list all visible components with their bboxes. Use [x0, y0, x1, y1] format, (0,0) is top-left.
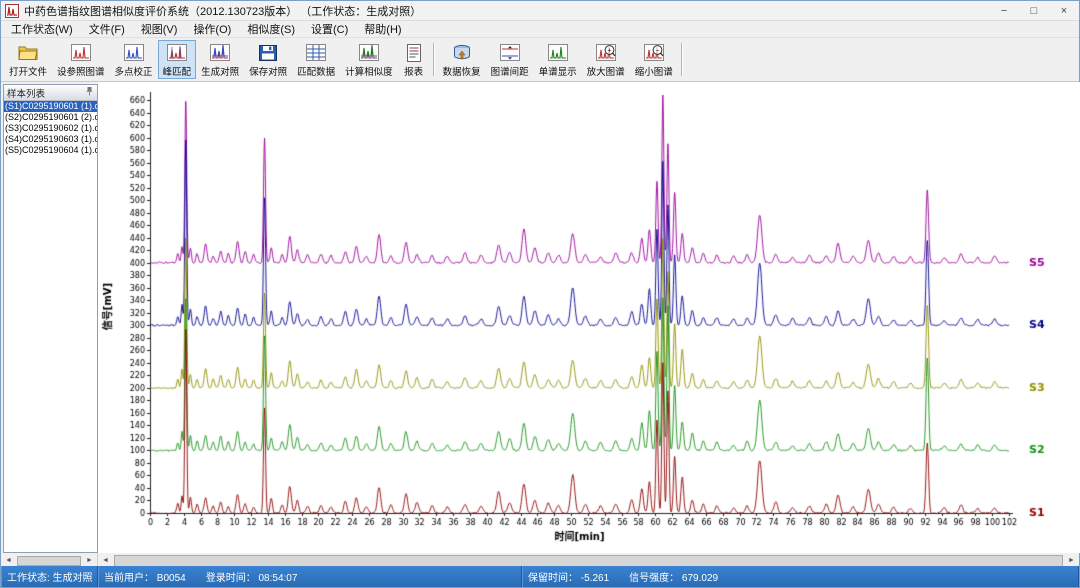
maximize-button[interactable]: □	[1019, 1, 1049, 20]
sample-panel-title: 样本列表	[7, 86, 45, 100]
toolbar-button-label: 匹配数据	[297, 64, 335, 78]
status-work-state: 工作状态: 生成对照	[1, 566, 98, 587]
status-login-time: 登录时间： 08:54:07	[206, 569, 298, 584]
toolbar-button-label: 生成对照	[201, 64, 239, 78]
set-reference-chart-icon	[70, 43, 92, 63]
zoom-out-chart-icon: −	[643, 43, 665, 63]
status-current-user: 当前用户： B0054	[104, 569, 186, 584]
toolbar-button-label: 数据恢复	[443, 64, 481, 78]
chromatogram-canvas[interactable]	[98, 82, 1080, 553]
toolbar-separator	[433, 43, 435, 76]
report-icon	[403, 43, 425, 63]
toolbar-button-label: 单谱显示	[539, 64, 577, 78]
sample-list: (S1)C0295190601 (1).cdf(S2)C0295190601 (…	[4, 101, 97, 552]
close-button[interactable]: ×	[1049, 1, 1079, 20]
menu-item-4[interactable]: 相似度(S)	[239, 21, 303, 37]
pin-icon[interactable]	[85, 86, 94, 99]
chart-scroll-right-icon[interactable]: ►	[1064, 557, 1079, 564]
window-title: 中药色谱指纹图谱相似度评价系统（2012.130723版本） （工作状态：生成对…	[24, 3, 421, 19]
open-file-icon	[17, 43, 39, 63]
sample-list-item-2[interactable]: (S2)C0295190601 (2).cdf	[4, 112, 97, 123]
chart-spacing-icon	[499, 43, 521, 63]
toolbar-button-label: 图谱间距	[491, 64, 529, 78]
sample-list-item-5[interactable]: (S5)C0295190604 (1).cdf	[4, 145, 97, 156]
status-retention-time: 保留时间： -5.261	[528, 569, 609, 584]
toolbar-button-label: 峰匹配	[163, 64, 192, 78]
zoom-in-chart-button[interactable]: + 放大图谱	[582, 40, 630, 79]
data-restore-button[interactable]: 数据恢复	[438, 40, 486, 79]
sample-panel: 样本列表 (S1)C0295190601 (1).cdf(S2)C0295190…	[3, 84, 98, 553]
toolbar-button-label: 缩小图谱	[635, 64, 673, 78]
match-data-icon	[305, 43, 327, 63]
chart-scroll-left-icon[interactable]: ◄	[98, 557, 113, 564]
toolbar-button-label: 多点校正	[115, 64, 153, 78]
status-cursor-readout: 保留时间： -5.261 信号强度： 679.029	[522, 566, 1079, 587]
signal-strength-value: 679.029	[682, 573, 718, 584]
multi-point-calibration-icon	[123, 43, 145, 63]
menu-bar: 工作状态(W)文件(F)视图(V)操作(O)相似度(S)设置(C)帮助(H)	[1, 21, 1079, 38]
toolbar-button-label: 报表	[404, 64, 423, 78]
data-restore-icon	[451, 43, 473, 63]
generate-reference-button[interactable]: 生成对照	[196, 40, 244, 79]
current-user-value: B0054	[157, 573, 186, 584]
toolbar-separator	[681, 43, 683, 76]
toolbar-button-label: 设参照图谱	[57, 64, 105, 78]
sample-panel-header: 样本列表	[4, 85, 97, 101]
match-data-button[interactable]: 匹配数据	[292, 40, 340, 79]
sample-list-item-3[interactable]: (S3)C0295190602 (1).cdf	[4, 123, 97, 134]
menu-item-0[interactable]: 工作状态(W)	[3, 21, 81, 37]
multi-point-calibration-button[interactable]: 多点校正	[110, 40, 158, 79]
sample-panel-scroll-thumb[interactable]	[17, 556, 81, 566]
status-session: 当前用户： B0054 登录时间： 08:54:07	[98, 566, 522, 587]
svg-text:+: +	[607, 47, 611, 54]
current-user-label: 当前用户：	[104, 573, 154, 584]
chart-area	[98, 82, 1080, 553]
minimize-button[interactable]: −	[989, 1, 1019, 20]
svg-text:−: −	[655, 47, 659, 54]
zoom-in-chart-icon: +	[595, 43, 617, 63]
scroll-right-icon[interactable]: ►	[82, 557, 97, 564]
chart-scroll-thumb[interactable]	[114, 555, 1063, 567]
set-reference-button[interactable]: 设参照图谱	[52, 40, 110, 79]
sample-list-item-1[interactable]: (S1)C0295190601 (1).cdf	[4, 101, 97, 112]
title-bar: 中药色谱指纹图谱相似度评价系统（2012.130723版本） （工作状态：生成对…	[1, 1, 1079, 21]
generate-reference-icon	[209, 43, 231, 63]
sample-list-item-4[interactable]: (S4)C0295190603 (1).cdf	[4, 134, 97, 145]
toolbar-button-label: 计算相似度	[345, 64, 393, 78]
single-chart-icon	[547, 43, 569, 63]
retention-time-label: 保留时间：	[528, 573, 578, 584]
login-time-value: 08:54:07	[258, 573, 297, 584]
toolbar-button-label: 打开文件	[9, 64, 47, 78]
peak-match-icon	[166, 43, 188, 63]
chart-spacing-button[interactable]: 图谱间距	[486, 40, 534, 79]
menu-item-6[interactable]: 帮助(H)	[356, 21, 409, 37]
status-signal-strength: 信号强度： 679.029	[629, 569, 718, 584]
status-bar: 工作状态: 生成对照 当前用户： B0054 登录时间： 08:54:07 保留…	[1, 566, 1079, 587]
peak-match-button[interactable]: 峰匹配	[158, 40, 197, 79]
app-icon	[5, 4, 19, 18]
toolbar-button-label: 放大图谱	[587, 64, 625, 78]
signal-strength-label: 信号强度：	[629, 573, 679, 584]
toolbar-button-label: 保存对照	[249, 64, 287, 78]
report-button[interactable]: 报表	[398, 40, 430, 79]
zoom-out-chart-button[interactable]: − 缩小图谱	[630, 40, 678, 79]
single-chart-display-button[interactable]: 单谱显示	[534, 40, 582, 79]
save-reference-icon	[257, 43, 279, 63]
window-controls: − □ ×	[989, 1, 1079, 20]
scroll-left-icon[interactable]: ◄	[1, 557, 16, 564]
menu-item-1[interactable]: 文件(F)	[81, 21, 133, 37]
save-reference-button[interactable]: 保存对照	[244, 40, 292, 79]
app-window: 中药色谱指纹图谱相似度评价系统（2012.130723版本） （工作状态：生成对…	[0, 0, 1080, 588]
toolbar: 打开文件设参照图谱多点校正峰匹配生成对照保存对照匹配数据计算相似度报表 数据恢复图…	[1, 38, 1079, 82]
compute-similarity-icon	[358, 43, 380, 63]
menu-item-5[interactable]: 设置(C)	[303, 21, 356, 37]
login-time-label: 登录时间：	[206, 573, 256, 584]
open-file-button[interactable]: 打开文件	[4, 40, 52, 79]
compute-similarity-button[interactable]: 计算相似度	[340, 40, 398, 79]
retention-time-value: -5.261	[581, 573, 609, 584]
menu-item-3[interactable]: 操作(O)	[185, 21, 239, 37]
menu-item-2[interactable]: 视图(V)	[133, 21, 186, 37]
